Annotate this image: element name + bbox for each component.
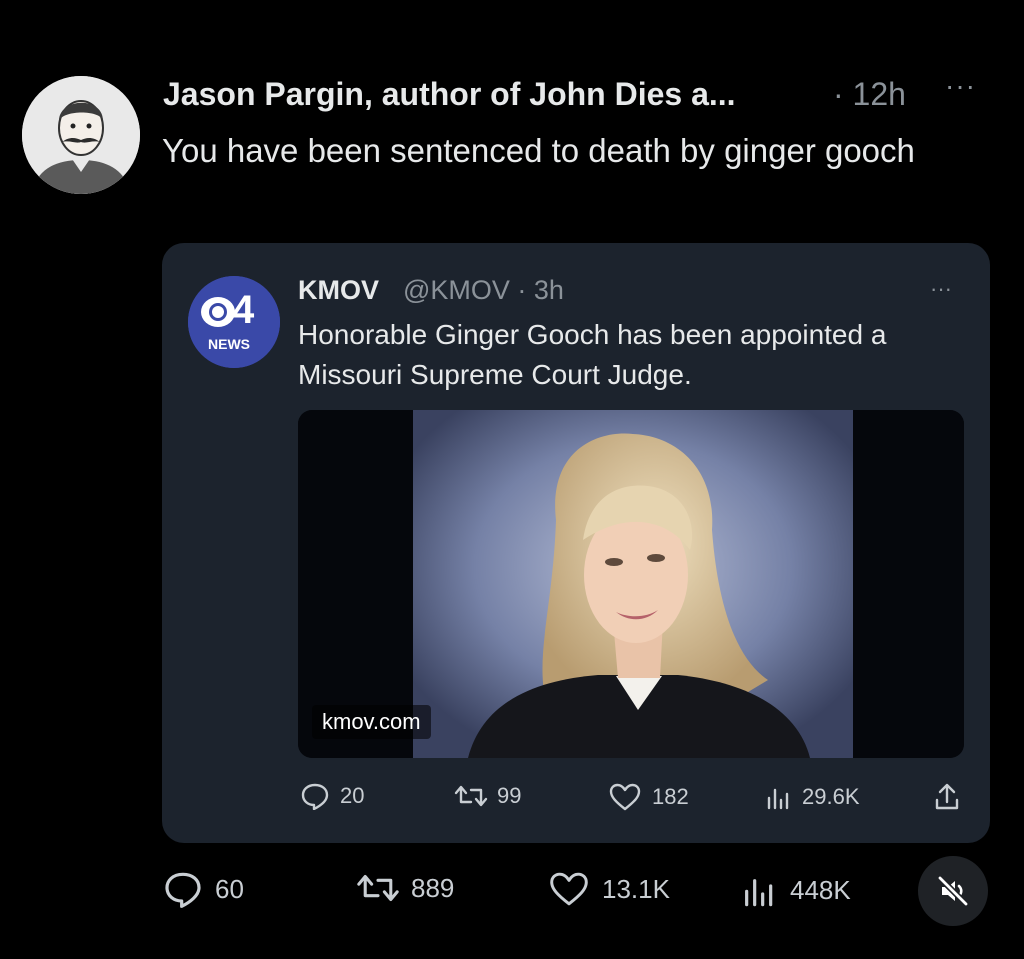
heart-icon bbox=[550, 872, 588, 906]
news-label: NEWS bbox=[208, 336, 250, 352]
retweet-count: 889 bbox=[411, 872, 455, 903]
author-avatar-illustration bbox=[22, 76, 140, 194]
quoted-retweet-button[interactable]: 99 bbox=[453, 782, 521, 810]
like-button[interactable]: 13.1K bbox=[548, 870, 670, 908]
quoted-share-button[interactable] bbox=[932, 782, 962, 812]
tweet-more-options-button[interactable]: ··· bbox=[945, 70, 976, 102]
quoted-reply-button[interactable]: 20 bbox=[300, 782, 364, 810]
link-source-label[interactable]: kmov.com bbox=[312, 705, 431, 739]
like-count: 13.1K bbox=[602, 873, 670, 904]
reply-button[interactable]: 60 bbox=[163, 870, 244, 908]
quoted-author-handle[interactable]: @KMOV · 3h bbox=[403, 275, 564, 306]
quoted-reply-count: 20 bbox=[340, 783, 365, 808]
mute-toggle-button[interactable] bbox=[918, 856, 988, 926]
retweet-button[interactable]: 889 bbox=[355, 870, 454, 906]
bar-chart-icon bbox=[745, 879, 773, 907]
quoted-more-options-button[interactable]: ··· bbox=[930, 276, 952, 302]
quoted-author-name[interactable]: KMOV bbox=[298, 275, 379, 306]
channel-number: 4 bbox=[232, 288, 255, 332]
quoted-retweet-count: 99 bbox=[497, 783, 522, 808]
quoted-view-count: 29.6K bbox=[802, 784, 860, 809]
kmov-logo-avatar[interactable]: 4 NEWS bbox=[188, 276, 280, 368]
tweet-timestamp[interactable]: · 12h bbox=[833, 76, 906, 113]
tweet-text: You have been sentenced to death by ging… bbox=[162, 132, 915, 169]
quoted-views-button[interactable]: 29.6K bbox=[764, 782, 860, 812]
quoted-tweet-text: Honorable Ginger Gooch has been appointe… bbox=[298, 319, 887, 390]
speech-bubble-icon bbox=[165, 872, 201, 908]
speech-bubble-icon bbox=[301, 783, 329, 810]
view-count: 448K bbox=[790, 874, 851, 905]
retweet-arrows-icon bbox=[357, 874, 399, 902]
heart-icon bbox=[609, 783, 641, 811]
speaker-muted-icon bbox=[937, 875, 969, 907]
quoted-like-count: 182 bbox=[652, 784, 689, 809]
share-upload-icon bbox=[935, 783, 959, 810]
reply-count: 60 bbox=[215, 873, 244, 904]
views-button[interactable]: 448K bbox=[740, 870, 851, 910]
quoted-like-button[interactable]: 182 bbox=[608, 782, 689, 812]
author-display-name[interactable]: Jason Pargin, author of John Dies a... bbox=[163, 76, 736, 113]
author-avatar[interactable] bbox=[22, 76, 140, 194]
retweet-arrows-icon bbox=[454, 785, 488, 807]
bar-chart-icon bbox=[767, 788, 789, 810]
